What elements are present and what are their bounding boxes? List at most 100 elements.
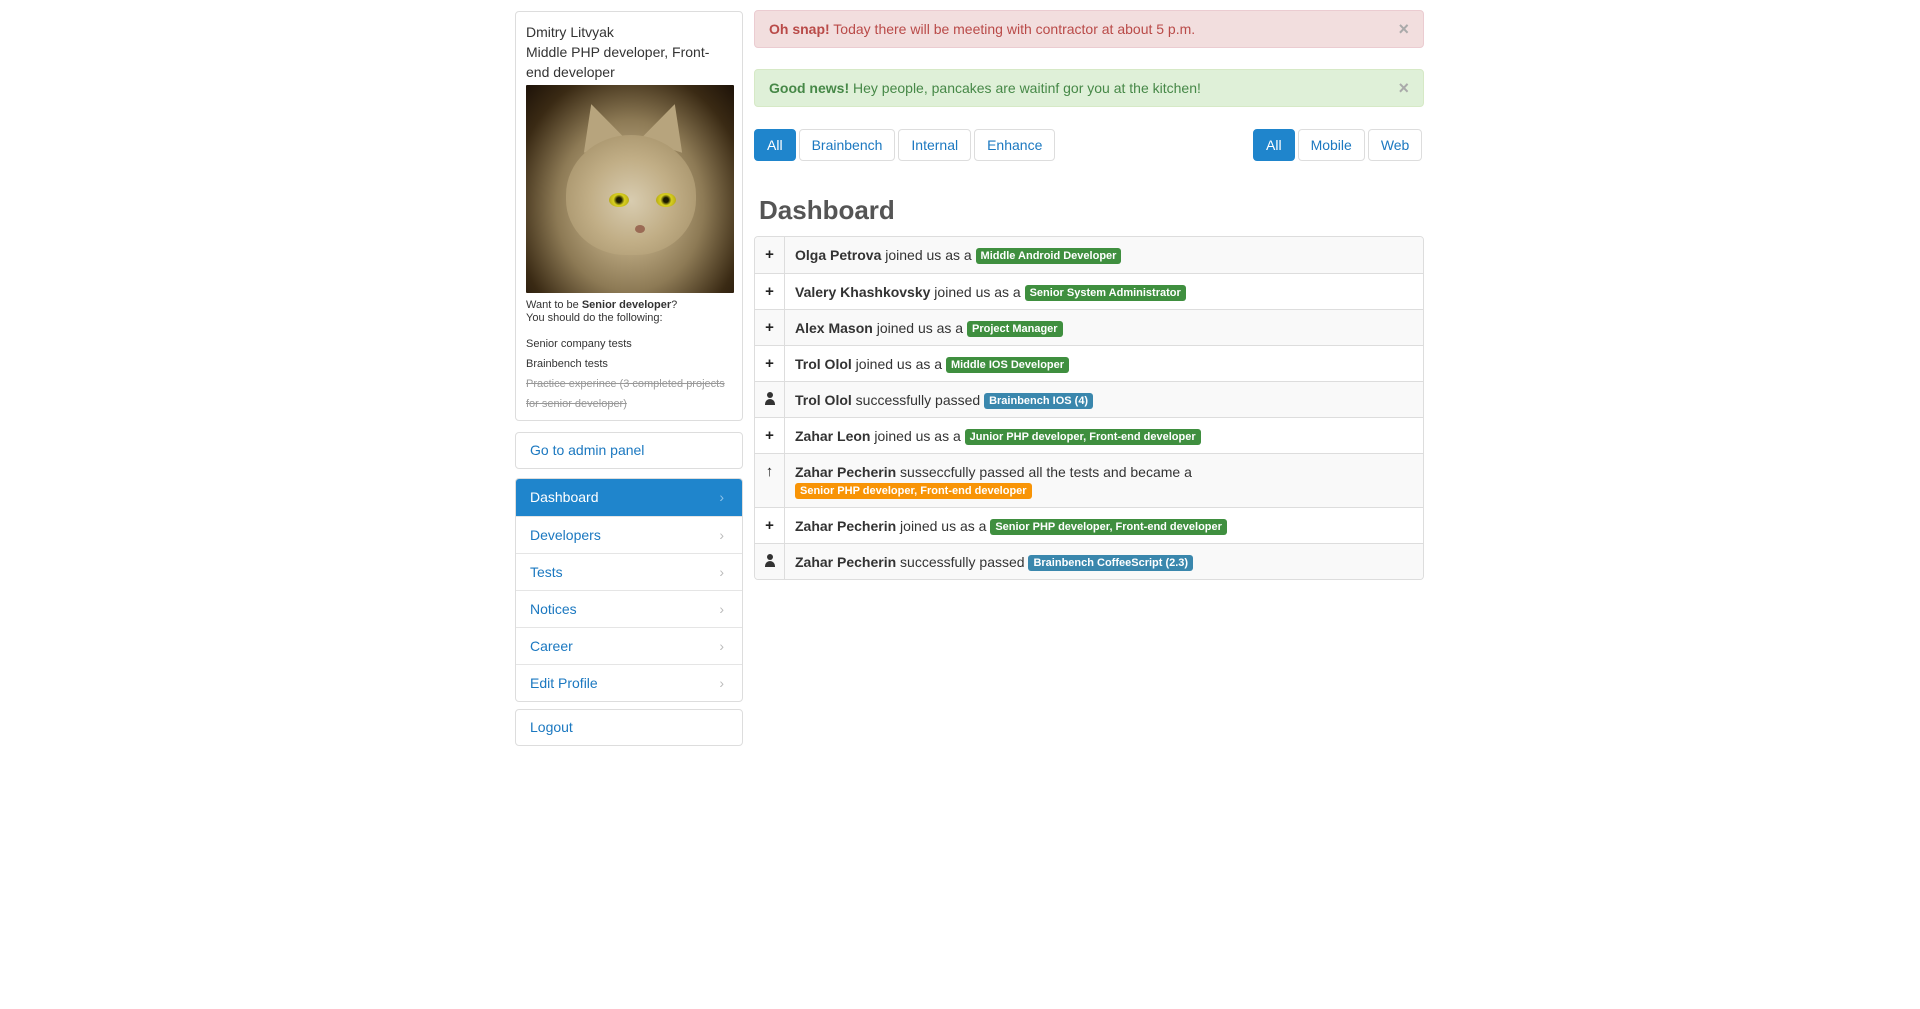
activity-text: joined us as a [851, 356, 946, 372]
promotion-badge: Senior PHP developer, Front-end develope… [795, 483, 1032, 499]
profile-role-line2: end developer [526, 64, 615, 80]
sidebar-item-label: Developers [530, 527, 601, 543]
error-alert: Oh snap! Today there will be meeting wit… [754, 10, 1424, 48]
position-badge: Senior System Administrator [1024, 285, 1186, 301]
chevron-right-icon: › [719, 601, 724, 617]
platform-web-button[interactable]: Web [1367, 129, 1423, 161]
activity-row: Zahar Pecherin successfully passed Brain… [755, 543, 1423, 579]
alert-message: Hey people, pancakes are waitinf gor you… [849, 80, 1201, 96]
activity-text: joined us as a [872, 320, 967, 336]
person-name[interactable]: Trol Olol [795, 356, 852, 372]
activity-row: + Zahar Pecherin joined us as a Senior P… [755, 507, 1423, 543]
activity-text: joined us as a [870, 428, 965, 444]
activity-row: + Valery Khashkovsky joined us as a Seni… [755, 273, 1423, 309]
plus-icon: + [755, 508, 785, 543]
todo-item: Senior company tests [526, 338, 632, 350]
platform-all-button[interactable]: All [1253, 129, 1295, 161]
position-badge: Middle Android Developer [975, 248, 1122, 264]
activity-feed: + Olga Petrova joined us as a Middle And… [754, 236, 1424, 580]
chevron-right-icon: › [719, 489, 724, 505]
sidebar-item-label: Career [530, 638, 573, 654]
activity-row: Trol Olol successfully passed Brainbench… [755, 381, 1423, 417]
profile-card: Dmitry Litvyak Middle PHP developer, Fro… [515, 11, 743, 421]
plus-icon: + [755, 274, 785, 309]
profile-role-line1: Middle PHP developer, Front- [526, 44, 710, 60]
todo-item: Brainbench tests [526, 358, 608, 370]
close-icon[interactable]: × [1398, 11, 1409, 47]
profile-name: Dmitry Litvyak [526, 24, 614, 40]
chevron-right-icon: › [719, 564, 724, 580]
career-goal-suffix: ? [671, 299, 678, 311]
activity-text: joined us as a [881, 247, 976, 263]
career-goal: Want to be Senior developer? You should … [526, 299, 732, 325]
admin-panel-link[interactable]: Go to admin panel [515, 432, 743, 469]
sidebar-item-edit-profile[interactable]: Edit Profile › [516, 664, 742, 701]
position-badge: Junior PHP developer, Front-end develope… [964, 429, 1201, 445]
sidebar-item-label: Edit Profile [530, 675, 598, 691]
career-goal-instruction: You should do the following: [526, 312, 663, 324]
filter-brainbench-button[interactable]: Brainbench [798, 129, 896, 161]
person-name[interactable]: Valery Khashkovsky [795, 284, 930, 300]
person-name[interactable]: Zahar Pecherin [795, 554, 896, 570]
chevron-right-icon: › [719, 675, 724, 691]
alert-title: Good news! [769, 80, 850, 96]
user-icon [764, 554, 776, 567]
career-goal-target: Senior developer [581, 299, 672, 311]
todo-item-done: Practice experince (3 completed projects… [526, 378, 725, 410]
person-name[interactable]: Zahar Leon [795, 428, 870, 444]
sidebar-item-label: Notices [530, 601, 577, 617]
sidebar-item-developers[interactable]: Developers › [516, 516, 742, 553]
chevron-right-icon: › [719, 527, 724, 543]
person-name[interactable]: Zahar Pecherin [795, 518, 896, 534]
person-name[interactable]: Trol Olol [795, 392, 852, 408]
person-name[interactable]: Olga Petrova [795, 247, 881, 263]
close-icon[interactable]: × [1398, 70, 1409, 106]
test-badge: Brainbench IOS (4) [984, 393, 1094, 409]
user-icon [764, 392, 776, 405]
activity-text: joined us as a [930, 284, 1025, 300]
filter-enhance-button[interactable]: Enhance [974, 129, 1056, 161]
activity-row: + Alex Mason joined us as a Project Mana… [755, 309, 1423, 345]
avatar [526, 85, 734, 293]
chevron-right-icon: › [719, 638, 724, 654]
test-badge: Brainbench CoffeeScript (2.3) [1028, 555, 1194, 571]
activity-text: susseccfully passed all the tests and be… [896, 464, 1192, 480]
person-name[interactable]: Zahar Pecherin [795, 464, 896, 480]
activity-row: + Zahar Leon joined us as a Junior PHP d… [755, 417, 1423, 453]
plus-icon: + [755, 310, 785, 345]
filter-all-button[interactable]: All [754, 129, 796, 161]
logout-link[interactable]: Logout [515, 709, 743, 746]
profile-role: Middle PHP developer, Front- end develop… [526, 42, 732, 82]
position-badge: Project Manager [966, 321, 1063, 337]
activity-text: successfully passed [896, 554, 1029, 570]
sidebar-item-label: Tests [530, 564, 563, 580]
position-badge: Senior PHP developer, Front-end develope… [990, 519, 1227, 535]
activity-row: + Olga Petrova joined us as a Middle And… [755, 237, 1423, 273]
alert-title: Oh snap! [769, 21, 830, 37]
plus-icon: + [755, 237, 785, 273]
position-badge: Middle IOS Developer [945, 357, 1070, 373]
career-goal-prefix: Want to be [526, 299, 582, 311]
plus-icon: + [755, 418, 785, 453]
sidebar-item-tests[interactable]: Tests › [516, 553, 742, 590]
activity-text: joined us as a [896, 518, 991, 534]
arrow-up-icon: ↑ [755, 454, 785, 507]
plus-icon: + [755, 346, 785, 381]
sidebar-item-career[interactable]: Career › [516, 627, 742, 664]
sidebar-item-dashboard[interactable]: Dashboard › [516, 479, 742, 516]
career-todo-list: Senior company tests Brainbench tests Pr… [526, 334, 732, 414]
platform-mobile-button[interactable]: Mobile [1297, 129, 1365, 161]
filter-internal-button[interactable]: Internal [898, 129, 972, 161]
success-alert: Good news! Hey people, pancakes are wait… [754, 69, 1424, 107]
platform-filter-group: All Mobile Web [1253, 129, 1423, 161]
category-filter-group: All Brainbench Internal Enhance [754, 129, 1056, 161]
alert-message: Today there will be meeting with contrac… [829, 21, 1196, 37]
sidebar-nav: Dashboard › Developers › Tests › Notices… [515, 478, 743, 702]
page-title: Dashboard [759, 195, 895, 225]
activity-row: ↑ Zahar Pecherin susseccfully passed all… [755, 453, 1423, 507]
sidebar-item-label: Dashboard [530, 489, 599, 505]
activity-text: successfully passed [851, 392, 985, 408]
person-name[interactable]: Alex Mason [795, 320, 873, 336]
activity-row: + Trol Olol joined us as a Middle IOS De… [755, 345, 1423, 381]
sidebar-item-notices[interactable]: Notices › [516, 590, 742, 627]
